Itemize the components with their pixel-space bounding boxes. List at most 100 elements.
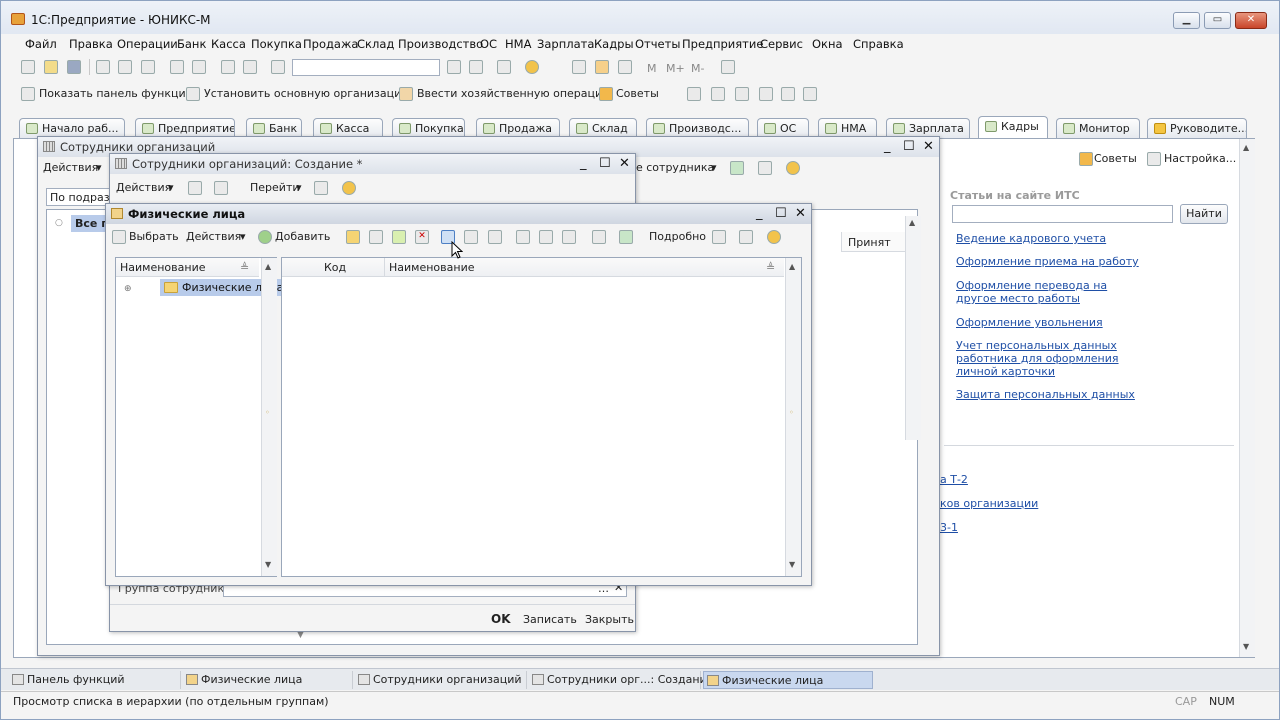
new-employee-button[interactable]: е сотрудника — [636, 161, 714, 174]
paste-icon[interactable] — [141, 60, 155, 74]
menu-file[interactable]: Файл — [25, 37, 57, 51]
employees-scrollbar[interactable]: ▲ — [905, 216, 921, 440]
close-form-button[interactable]: Закрыть — [585, 613, 634, 626]
form-settings-icon[interactable] — [314, 181, 328, 195]
open-folder-icon[interactable] — [44, 60, 58, 74]
tools-icon[interactable] — [721, 60, 735, 74]
goto-chevron-icon[interactable]: ▾ — [296, 181, 302, 194]
create-actions-chevron-icon[interactable]: ▾ — [168, 181, 174, 194]
menu-reports[interactable]: Отчеты — [635, 37, 680, 51]
tree-sort-icon[interactable]: ≜ — [240, 261, 249, 274]
list-settings-icon[interactable] — [758, 161, 772, 175]
menu-bank[interactable]: Банк — [177, 37, 206, 51]
close-button[interactable]: ✕ — [1235, 12, 1267, 29]
persons-close-button[interactable]: ✕ — [795, 206, 806, 221]
report-icon-3[interactable] — [735, 87, 749, 101]
menu-hr[interactable]: Кадры — [594, 37, 634, 51]
save-record-button[interactable]: Записать — [523, 613, 577, 626]
column-code[interactable]: Код — [324, 261, 346, 274]
menu-salary[interactable]: Зарплата — [537, 37, 594, 51]
create-help-icon[interactable] — [342, 181, 356, 195]
tab-manager[interactable]: Руководите... — [1147, 118, 1247, 139]
its-link-dismissal[interactable]: Оформление увольнения — [956, 316, 1103, 329]
menu-enterprise[interactable]: Предприятие — [682, 37, 763, 51]
column-name[interactable]: Наименование — [389, 261, 474, 274]
persons-maximize-button[interactable]: ☐ — [775, 206, 787, 221]
edit-icon[interactable] — [392, 230, 406, 244]
its-link-hr-accounting[interactable]: Ведение кадрового учета — [956, 232, 1106, 245]
create-maximize-button[interactable]: ☐ — [599, 156, 611, 171]
menu-edit[interactable]: Правка — [69, 37, 113, 51]
new-employee-chevron-icon[interactable]: ▾ — [711, 161, 717, 174]
persons-help-icon[interactable] — [767, 230, 781, 244]
create-minimize-button[interactable]: _ — [580, 156, 587, 171]
task-employees[interactable]: Сотрудники организаций — [355, 671, 527, 689]
partial-link-t2[interactable]: а Т-2 — [940, 473, 968, 486]
tree-expand-icon[interactable]: ⊕ — [124, 284, 132, 294]
filter-icon[interactable] — [516, 230, 530, 244]
partial-link-form[interactable]: 3-1 — [940, 521, 958, 534]
search-next-icon[interactable] — [447, 60, 461, 74]
its-link-transfer[interactable]: Оформление перевода на другое место рабо… — [956, 279, 1146, 305]
undo-icon[interactable] — [221, 60, 235, 74]
minimize-button[interactable]: ▁ — [1173, 12, 1200, 29]
users-icon[interactable] — [618, 60, 632, 74]
new-doc-icon[interactable] — [21, 60, 35, 74]
info-icon[interactable] — [525, 60, 539, 74]
tree-column-header[interactable]: Наименование ≜ — [116, 258, 259, 277]
print-icon[interactable] — [170, 60, 184, 74]
tips-button[interactable]: Советы — [616, 87, 659, 100]
employees-actions-menu[interactable]: Действия — [43, 161, 98, 174]
windows-icon[interactable] — [497, 60, 511, 74]
panel-tips-button[interactable]: Советы — [1094, 152, 1137, 165]
calendar-icon[interactable] — [595, 60, 609, 74]
save-icon[interactable] — [67, 60, 81, 74]
copy-item-icon[interactable] — [369, 230, 383, 244]
redo-icon[interactable] — [243, 60, 257, 74]
tree-scrollbar[interactable]: ▲ ◦ ▼ — [261, 258, 277, 576]
help-icon[interactable] — [786, 161, 800, 175]
persons-minimize-button[interactable]: _ — [756, 206, 763, 221]
toolbar-search-input[interactable] — [292, 59, 440, 76]
report-icon-2[interactable] — [711, 87, 725, 101]
main-panel-scrollbar[interactable]: ▲ ▼ — [1239, 139, 1255, 657]
task-persons-2[interactable]: Физические лица — [703, 671, 873, 689]
maximize-button[interactable]: ▭ — [1204, 12, 1231, 29]
select-button[interactable]: Выбрать — [129, 230, 179, 243]
menu-windows[interactable]: Окна — [812, 37, 843, 51]
panel-settings-button[interactable]: Настройка... — [1164, 152, 1236, 165]
task-employee-create[interactable]: Сотрудники орг...: Создание * — [529, 671, 722, 689]
menu-nma[interactable]: НМА — [505, 37, 531, 51]
its-link-personal-data[interactable]: Учет персональных данных работника для о… — [956, 339, 1146, 378]
persons-actions-chevron-icon[interactable]: ▾ — [240, 230, 246, 243]
report-icon-6[interactable] — [803, 87, 817, 101]
create-actions-menu[interactable]: Действия — [116, 181, 171, 194]
menu-operations[interactable]: Операции — [117, 37, 178, 51]
save-form-icon[interactable] — [188, 181, 202, 195]
menu-service[interactable]: Сервис — [760, 37, 803, 51]
find-icon[interactable] — [271, 60, 285, 74]
clear-filter-icon[interactable] — [592, 230, 606, 244]
cut-icon[interactable] — [96, 60, 110, 74]
employees-minimize-button[interactable]: _ — [884, 139, 891, 154]
tree-view-icon[interactable] — [464, 230, 478, 244]
tab-monitor[interactable]: Монитор — [1056, 118, 1140, 139]
filter-history-icon[interactable] — [562, 230, 576, 244]
add-folder-icon[interactable] — [346, 230, 360, 244]
menu-production[interactable]: Производство — [398, 37, 483, 51]
filter-by-value-icon[interactable] — [539, 230, 553, 244]
create-close-button[interactable]: ✕ — [619, 156, 630, 171]
report-icon-1[interactable] — [687, 87, 701, 101]
show-panel-button[interactable]: Показать панель функций — [39, 87, 193, 100]
employees-close-button[interactable]: ✕ — [923, 139, 934, 154]
search-prev-icon[interactable] — [469, 60, 483, 74]
structure-icon[interactable] — [214, 181, 228, 195]
radio-all[interactable]: ○ — [55, 218, 63, 228]
memory-m-icon[interactable]: M — [647, 62, 657, 75]
refresh-icon[interactable] — [730, 161, 744, 175]
level-up-icon[interactable] — [488, 230, 502, 244]
its-find-button[interactable]: Найти — [1180, 204, 1228, 224]
delete-icon[interactable]: ✕ — [415, 230, 429, 244]
persons-actions-menu[interactable]: Действия — [186, 230, 241, 243]
report-icon-5[interactable] — [781, 87, 795, 101]
